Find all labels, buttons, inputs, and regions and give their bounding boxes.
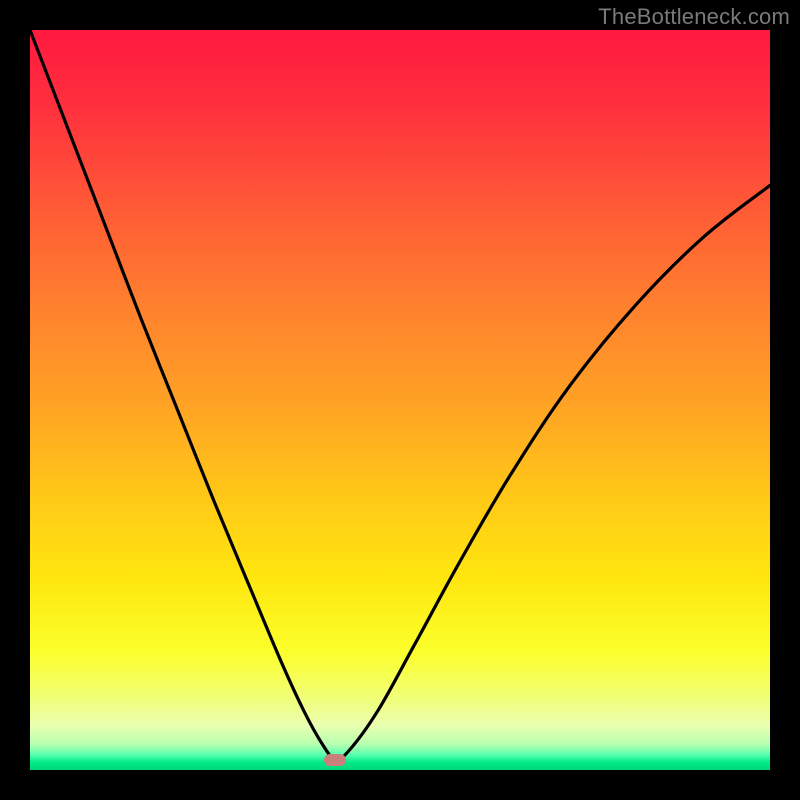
watermark-text: TheBottleneck.com xyxy=(598,4,790,30)
chart-frame: TheBottleneck.com xyxy=(0,0,800,800)
curve-path xyxy=(30,30,770,760)
minimum-marker xyxy=(324,754,346,766)
bottleneck-curve xyxy=(30,30,770,770)
plot-area xyxy=(30,30,770,770)
